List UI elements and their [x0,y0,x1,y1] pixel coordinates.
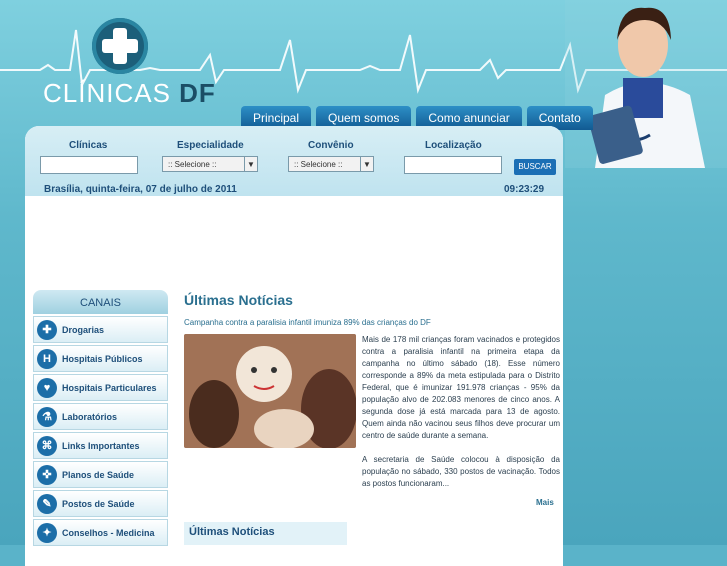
news-section: Últimas Notícias Campanha contra a paral… [184,292,560,545]
hospital-icon: H [37,348,57,369]
logo-text-suffix: DF [179,78,216,108]
chevron-down-icon: ▼ [360,157,373,171]
news-box: Últimas Notícias [184,522,347,545]
syringe-icon: ✎ [37,493,57,514]
search-button[interactable]: BUSCAR [514,159,556,175]
news-paragraph-2: A secretaria de Saúde colocou à disposiç… [362,455,560,488]
council-icon: ✦ [37,522,57,543]
especialidade-value: :: Selecione :: [168,160,217,169]
logo-plus-icon-vertical [113,28,127,64]
especialidade-select[interactable]: :: Selecione :: ▼ [162,156,258,172]
sidebar-item-hospitais-particulares[interactable]: ♥ Hospitais Particulares [33,374,168,401]
sidebar-item-label: Postos de Saúde [62,498,135,509]
sidebar-item-conselhos-medicina[interactable]: ✦ Conselhos - Medicina [33,519,168,546]
sidebar-title: CANAIS [33,290,168,314]
sidebar-item-label: Laboratórios [62,411,118,422]
time-display: 09:23:29 [504,184,545,195]
localizacao-input[interactable] [404,156,502,174]
localizacao-label: Localização [425,140,482,151]
convenio-label: Convênio [308,140,354,151]
sidebar-item-label: Planos de Saúde [62,469,135,480]
stethoscope-icon: ♥ [37,377,57,398]
especialidade-label: Especialidade [177,140,244,151]
sidebar-canais: CANAIS ✚ Drogarias H Hospitais Públicos … [33,290,168,546]
sidebar-item-label: Hospitais Públicos [62,353,143,364]
more-link[interactable]: Mais [536,498,554,507]
news-body: Mais de 178 mil crianças foram vacinados… [362,334,560,490]
convenio-value: :: Selecione :: [294,160,343,169]
news-photo[interactable] [184,334,356,448]
pill-icon: ✚ [37,319,57,340]
sidebar-item-planos-de-saude[interactable]: ✜ Planos de Saúde [33,461,168,488]
sidebar-item-label: Hospitais Particulares [62,382,157,393]
news-headline-link[interactable]: Campanha contra a paralisia infantil imu… [184,318,554,327]
news-paragraph-1: Mais de 178 mil crianças foram vacinados… [362,335,560,440]
sidebar-item-label: Conselhos - Medicina [62,527,155,538]
sidebar-item-drogarias[interactable]: ✚ Drogarias [33,316,168,343]
plan-icon: ✜ [37,464,57,485]
sidebar-item-label: Links Importantes [62,440,140,451]
logo-text-main: CLÍNICAS [43,78,171,108]
news-box-title: Últimas Notícias [189,526,275,538]
sidebar-item-label: Drogarias [62,324,105,335]
clinicas-input[interactable] [40,156,138,174]
news-title: Últimas Notícias [184,292,293,308]
clinicas-label: Clínicas [69,140,108,151]
date-display: Brasília, quinta-feira, 07 de julho de 2… [44,184,237,195]
flask-icon: ⚗ [37,406,57,427]
chevron-down-icon: ▼ [244,157,257,171]
convenio-select[interactable]: :: Selecione :: ▼ [288,156,374,172]
sidebar-item-postos-de-saude[interactable]: ✎ Postos de Saúde [33,490,168,517]
doctor-photo [565,0,727,168]
sidebar-item-laboratorios[interactable]: ⚗ Laboratórios [33,403,168,430]
sidebar-item-links-importantes[interactable]: ⌘ Links Importantes [33,432,168,459]
link-icon: ⌘ [37,435,57,456]
sidebar-item-hospitais-publicos[interactable]: H Hospitais Públicos [33,345,168,372]
site-logo[interactable]: CLÍNICAS DF [43,78,216,109]
